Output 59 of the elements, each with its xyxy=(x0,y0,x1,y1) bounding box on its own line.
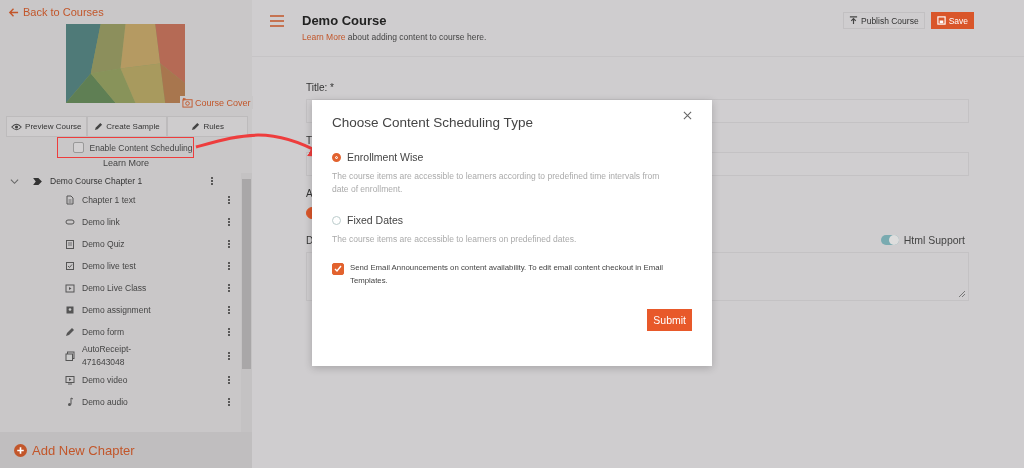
field-label: A xyxy=(306,187,313,199)
play-icon xyxy=(65,375,75,385)
toggle-label: Html Support xyxy=(903,234,965,246)
learn-more-link[interactable]: Learn More xyxy=(0,158,252,170)
close-icon[interactable] xyxy=(683,111,692,120)
option-description: The course items are accessible to learners on predefined dates. xyxy=(332,233,578,246)
arrow-left-icon xyxy=(8,6,19,18)
document-icon xyxy=(65,195,75,205)
lesson-item[interactable]: Demo live test xyxy=(82,259,164,273)
option-description: The course items are accessible to learners according to predefined time intervals from date of enrollment. xyxy=(332,170,661,196)
pencil-icon xyxy=(94,122,104,131)
page-title: Demo Course xyxy=(302,13,388,28)
lesson-item[interactable]: Chapter 1 text xyxy=(82,193,164,207)
email-checkbox[interactable] xyxy=(332,263,344,275)
schedule-option[interactable]: Fixed Dates xyxy=(332,214,692,226)
link-icon xyxy=(65,217,75,227)
menu-icon[interactable] xyxy=(270,15,284,27)
upload-icon xyxy=(849,16,858,25)
enable-scheduling-checkbox[interactable]: Enable Content Scheduling xyxy=(68,139,198,156)
option-label: Fixed Dates xyxy=(347,214,404,226)
tv-icon xyxy=(65,283,75,293)
publish-button[interactable]: Publish Course xyxy=(843,12,925,29)
rules-button[interactable]: Rules xyxy=(167,116,248,137)
badge-icon xyxy=(65,305,75,315)
pencil-icon xyxy=(191,122,201,131)
lesson-item[interactable]: Demo video xyxy=(82,373,164,387)
field-label: T xyxy=(306,134,313,146)
chapter-title[interactable]: Demo Course Chapter 1 xyxy=(50,176,203,186)
preview-course-button[interactable]: Preview Course xyxy=(6,116,87,137)
lesson-item[interactable]: Demo assignment xyxy=(82,303,164,317)
music-note-icon xyxy=(65,397,75,407)
schedule-option[interactable]: Enrollment Wise xyxy=(332,151,692,163)
resize-handle-icon[interactable] xyxy=(958,290,966,298)
dialog-title: Choose Content Scheduling Type xyxy=(332,115,533,130)
chapter-icon xyxy=(33,177,42,185)
lesson-item[interactable]: Demo Quiz xyxy=(82,237,164,251)
html-support-toggle[interactable] xyxy=(880,235,899,245)
lesson-item[interactable]: Demo Live Class xyxy=(82,281,164,295)
eye-icon xyxy=(11,122,23,131)
pencil-icon xyxy=(65,327,75,337)
save-button[interactable]: Save xyxy=(930,12,974,29)
camera-icon xyxy=(182,97,193,108)
lesson-item[interactable]: Demo form xyxy=(82,325,164,339)
submit-button[interactable]: Submit xyxy=(647,309,692,331)
scrollbar[interactable] xyxy=(241,173,252,432)
chevron-icon[interactable] xyxy=(10,176,19,186)
field-label: Title: * xyxy=(306,81,334,93)
help-text: about adding content to course here. xyxy=(347,32,487,42)
lesson-item[interactable]: Demo audio xyxy=(82,395,164,409)
stack-icon xyxy=(65,351,75,361)
lesson-item[interactable]: AutoReceipt-471643048 xyxy=(82,343,164,369)
checkbox-icon xyxy=(65,261,75,271)
clipboard-icon xyxy=(65,239,75,249)
create-sample-button[interactable]: Create Sample xyxy=(86,116,168,137)
lesson-item[interactable]: Demo link xyxy=(82,215,164,229)
plus-circle-icon xyxy=(14,443,27,457)
radio-button[interactable] xyxy=(332,152,341,162)
floppy-icon xyxy=(936,16,946,25)
option-label: Enrollment Wise xyxy=(347,151,424,163)
